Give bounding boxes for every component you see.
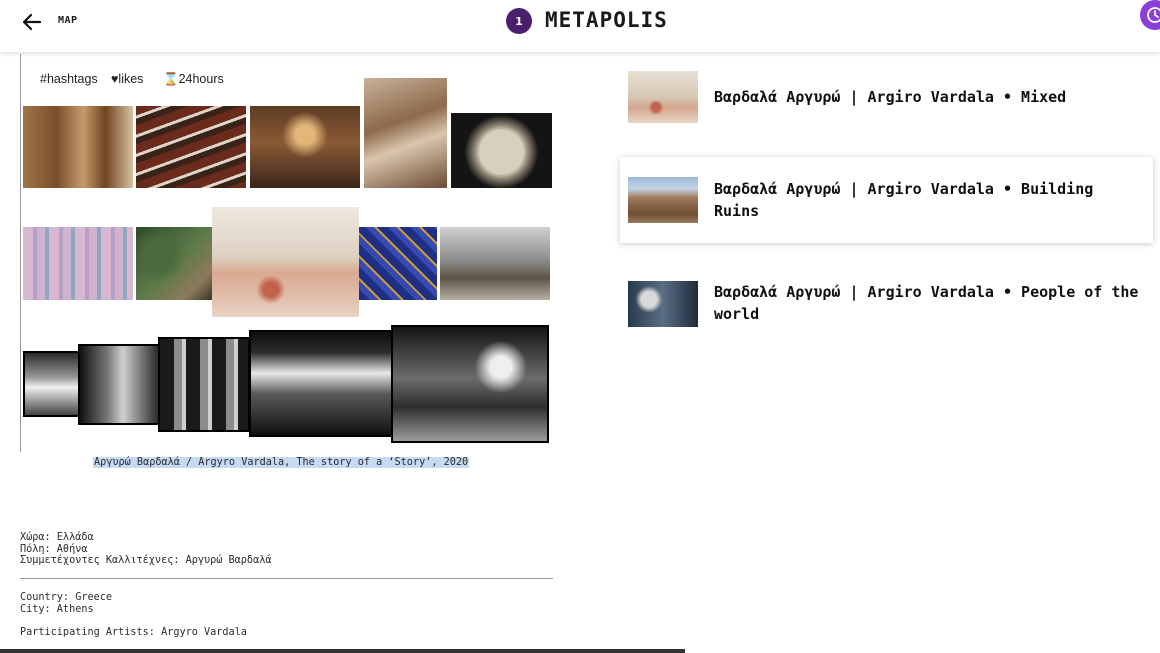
collage-photo[interactable] xyxy=(359,227,437,300)
collage-photo[interactable] xyxy=(158,337,250,432)
result-title: Βαρδαλά Αργυρώ | Argiro Vardala • Mixed xyxy=(714,88,1067,106)
result-card[interactable]: Βαρδαλά Αργυρώ | Argiro Vardala • Mixed xyxy=(620,54,1153,140)
map-link[interactable]: MAP xyxy=(58,15,78,26)
horizontal-divider xyxy=(20,578,553,579)
country-english: Country: Greece xyxy=(20,592,113,603)
top-bar: MAP 1 METAPOLIS xyxy=(0,0,1160,52)
clock-icon[interactable] xyxy=(1140,0,1160,30)
collage-photo[interactable] xyxy=(136,106,246,188)
result-thumbnail xyxy=(628,281,698,327)
result-thumbnail xyxy=(628,71,698,123)
collage-photo[interactable] xyxy=(136,227,212,300)
artists-greek: Συμμετέχοντες Καλλιτέχνες: Αργυρώ Βαρδαλ… xyxy=(20,555,272,566)
arrow-left-icon[interactable] xyxy=(20,10,44,34)
filter-likes[interactable]: ♥likes xyxy=(111,72,143,86)
bottom-scroll-bar[interactable] xyxy=(0,649,685,653)
filter-hashtags[interactable]: #hashtags xyxy=(40,72,98,86)
collage-photo[interactable] xyxy=(78,344,160,425)
collage-photo[interactable] xyxy=(451,113,552,188)
notification-badge[interactable]: 1 xyxy=(506,8,532,34)
collage-photo[interactable] xyxy=(249,330,394,437)
collage-photo[interactable] xyxy=(23,351,81,417)
artists-english: Participating Artists: Argyro Vardala xyxy=(20,627,247,638)
collage-photo[interactable] xyxy=(364,78,447,188)
collage-photo[interactable] xyxy=(391,325,549,443)
collage-photo[interactable] xyxy=(250,106,360,188)
collage-photo[interactable] xyxy=(23,227,133,300)
result-card[interactable]: Βαρδαλά Αργυρώ | Argiro Vardala • People… xyxy=(620,260,1153,346)
artwork-caption: Αργυρώ Βαρδαλά / Argyro Vardala, The sto… xyxy=(93,457,470,468)
info-greek: Χώρα: Ελλάδα Πόλη: Αθήνα Συμμετέχοντες Κ… xyxy=(20,532,271,567)
country-greek: Χώρα: Ελλάδα xyxy=(20,532,94,543)
vertical-divider xyxy=(20,54,21,452)
info-english: Country: Greece City: Athens xyxy=(20,592,112,615)
result-card-selected[interactable]: Βαρδαλά Αργυρώ | Argiro Vardala • Buildi… xyxy=(620,157,1153,243)
result-title: Βαρδαλά Αργυρώ | Argiro Vardala • Buildi… xyxy=(714,180,1094,220)
app-title: METAPOLIS xyxy=(545,8,668,32)
result-thumbnail xyxy=(628,177,698,223)
city-english: City: Athens xyxy=(20,603,94,615)
collage-photo[interactable] xyxy=(212,207,359,317)
collage-photo[interactable] xyxy=(23,106,133,188)
result-title: Βαρδαλά Αργυρώ | Argiro Vardala • People… xyxy=(714,283,1139,323)
collage-photo[interactable] xyxy=(440,227,550,300)
city-greek: Πόλη: Αθήνα xyxy=(20,543,88,555)
filter-24hours[interactable]: ⌛24hours xyxy=(163,72,224,87)
